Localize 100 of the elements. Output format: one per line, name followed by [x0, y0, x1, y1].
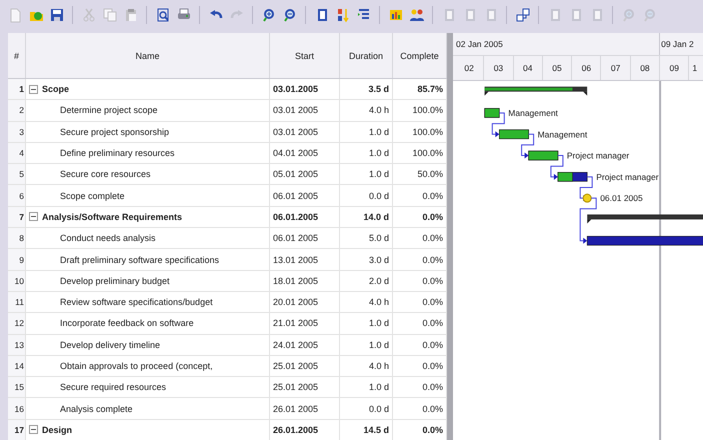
start-date: 13.01 2005: [270, 249, 340, 270]
row-number: 2: [8, 100, 26, 121]
collapse-icon[interactable]: [29, 425, 38, 434]
link-icon[interactable]: [514, 6, 531, 24]
row-number: 16: [8, 398, 26, 419]
dependency-arrow: [492, 112, 505, 138]
percent-complete: 100.0%: [393, 122, 447, 142]
row-number: 12: [8, 313, 26, 334]
duration: 0.0 d: [340, 185, 393, 206]
percent-complete: 0.0%: [393, 356, 447, 376]
duration: 14.5 d: [340, 420, 393, 440]
week-label: 09 Jan 2: [660, 38, 695, 51]
task-name: Scope complete: [59, 190, 125, 201]
start-date: 06.01 2005: [270, 228, 340, 248]
day-label: 04: [514, 56, 543, 80]
row-number: 11: [8, 292, 26, 312]
percent-complete: 0.0%: [393, 377, 447, 398]
duration: 4.0 h: [340, 100, 393, 121]
day-label: 06: [572, 56, 602, 80]
duration: 4.0 h: [340, 292, 393, 312]
duration: 1.0 d: [340, 122, 393, 142]
task-name: Secure required resources: [59, 382, 166, 392]
bar-label: Project manager: [566, 150, 630, 161]
task-name: Obtain approvals to proceed (concept,: [59, 361, 213, 371]
duration: 1.0 d: [340, 334, 393, 355]
task-name: Review software specifications/budget: [59, 297, 213, 308]
task-bar[interactable]: [499, 129, 529, 140]
start-date: 26.01 2005: [270, 398, 340, 419]
day-label: 08: [630, 56, 660, 80]
start-date: 24.01 2005: [270, 334, 340, 355]
percent-complete: 100.0%: [393, 100, 447, 121]
duration: 3.0 d: [340, 249, 393, 270]
row-number: 4: [8, 142, 26, 164]
task-name: Develop delivery timeline: [59, 340, 160, 350]
task-name: Secure project sponsorship: [59, 126, 170, 137]
summary-bar[interactable]: [587, 214, 703, 224]
week-label: 02 Jan 2005: [455, 33, 660, 55]
start-date: 04.01 2005: [270, 142, 340, 164]
duration: 1.0 d: [340, 142, 393, 164]
floppy-icon[interactable]: [48, 6, 65, 24]
task-name: Design: [41, 424, 72, 435]
bar-label: 06.01 2005: [600, 193, 643, 204]
task-name: Incorporate feedback on software: [59, 318, 194, 328]
task-name: Determine project scope: [59, 105, 158, 116]
row-number: 15: [8, 377, 26, 398]
percent-complete: 0.0%: [393, 420, 447, 440]
task-name: Analysis complete: [59, 404, 133, 414]
dependency-arrow: [521, 134, 534, 159]
collapse-icon[interactable]: [29, 212, 38, 222]
row-number: 13: [8, 334, 26, 355]
task-bar[interactable]: [558, 172, 588, 182]
start-date: 21.01 2005: [270, 313, 340, 334]
duration: 4.0 h: [340, 356, 393, 376]
row-number: 9: [8, 249, 26, 270]
start-date: 03.01 2005: [270, 122, 340, 142]
percent-complete: 0.0%: [393, 228, 447, 248]
duration: 14.0 d: [340, 206, 393, 228]
column-header[interactable]: Name: [26, 33, 270, 78]
task-bar[interactable]: [484, 108, 500, 118]
task-name: Analysis/Software Requirements: [41, 212, 182, 222]
row-number: 8: [8, 228, 26, 248]
duration: 2.0 d: [340, 270, 393, 291]
column-header[interactable]: #: [8, 33, 26, 78]
day-label: 09: [660, 56, 690, 80]
task-name: Secure core resources: [59, 169, 151, 180]
percent-complete: 0.0%: [393, 185, 447, 206]
percent-complete: 50.0%: [393, 164, 447, 184]
percent-complete: 0.0%: [393, 334, 447, 355]
percent-complete: 0.0%: [393, 206, 447, 228]
percent-complete: 85.7%: [393, 79, 447, 100]
duration: 5.0 d: [340, 228, 393, 248]
start-date: 06.01.2005: [270, 206, 340, 228]
percent-complete: 0.0%: [393, 398, 447, 419]
collapse-icon[interactable]: [29, 84, 38, 94]
row-number: 10: [8, 270, 26, 291]
start-date: 05.01 2005: [270, 164, 340, 184]
day-label: 1: [691, 62, 698, 75]
bar-label: Management: [538, 129, 588, 140]
start-date: 03.01.2005: [270, 79, 340, 100]
summary-bar[interactable]: [484, 86, 588, 96]
people-icon[interactable]: [408, 6, 425, 24]
dependency-arrow: [550, 155, 564, 180]
bar-label: Management: [508, 108, 558, 118]
column-header[interactable]: Start: [270, 33, 340, 78]
row-number: 7: [8, 206, 26, 228]
start-date: 25.01 2005: [270, 377, 340, 398]
day-label: 02: [455, 56, 484, 80]
column-header[interactable]: Duration: [340, 33, 393, 78]
column-header[interactable]: Complete: [393, 33, 447, 78]
duration: 0.0 d: [340, 398, 393, 419]
percent-complete: 0.0%: [393, 249, 447, 270]
percent-complete: 0.0%: [393, 313, 447, 334]
row-number: 14: [8, 356, 26, 376]
day-label: 07: [601, 56, 631, 80]
start-date: 20.01 2005: [270, 292, 340, 312]
task-name: Conduct needs analysis: [59, 233, 156, 244]
start-date: 25.01 2005: [270, 356, 340, 376]
row-number: 5: [8, 164, 26, 184]
task-bar[interactable]: [586, 236, 703, 246]
milestone-marker[interactable]: [582, 194, 592, 203]
